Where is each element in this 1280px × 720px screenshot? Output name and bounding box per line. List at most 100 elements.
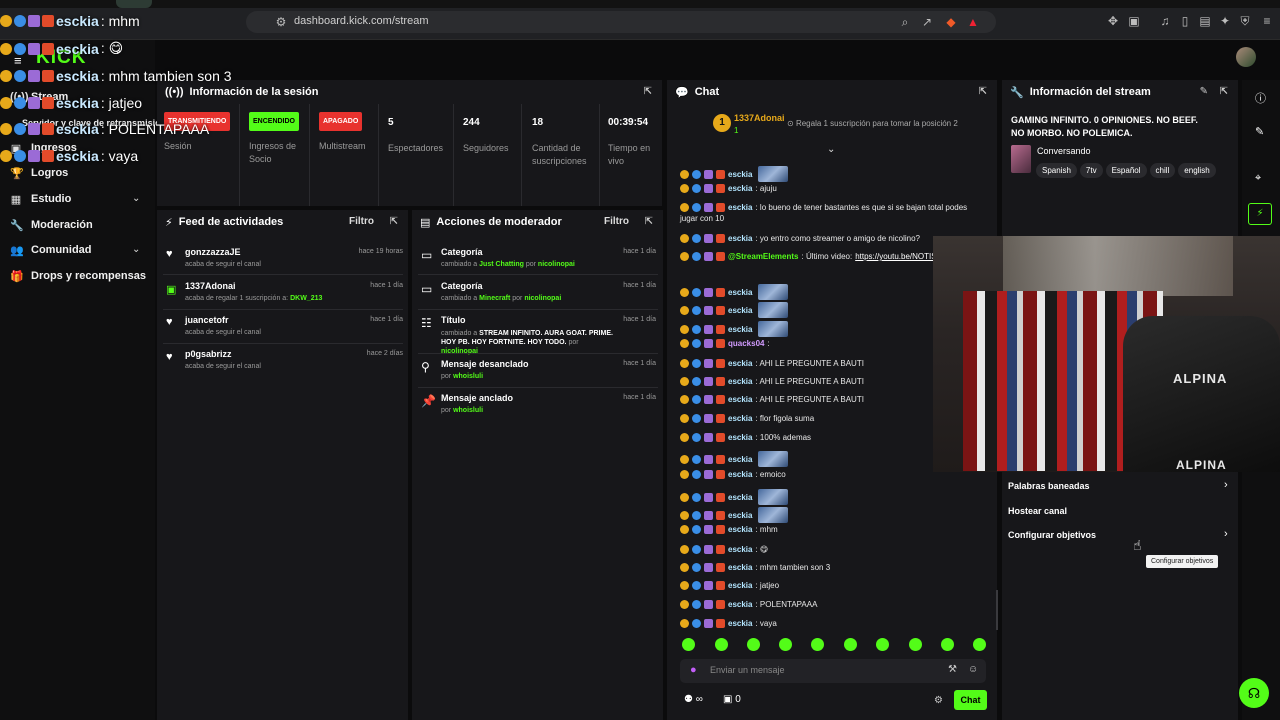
chat-username[interactable]: esckia bbox=[728, 377, 752, 386]
kick-emote-icon[interactable] bbox=[811, 638, 824, 651]
chat-username[interactable]: esckia bbox=[728, 288, 752, 297]
sidebar-icon[interactable]: ▯ bbox=[1178, 14, 1192, 28]
popout-icon[interactable]: ⇱ bbox=[390, 216, 398, 227]
media-icon[interactable]: ♫ bbox=[1158, 14, 1172, 28]
vpn-icon[interactable]: ⛨ bbox=[1238, 14, 1252, 28]
avatar[interactable] bbox=[1236, 47, 1256, 67]
chat-username[interactable]: quacks04 bbox=[728, 339, 764, 348]
kick-emote-icon[interactable] bbox=[779, 638, 792, 651]
kick-emote-icon[interactable] bbox=[876, 638, 889, 651]
chat-username[interactable]: esckia bbox=[728, 234, 752, 243]
kick-emote-icon[interactable] bbox=[844, 638, 857, 651]
chevron-right-icon[interactable]: › bbox=[1224, 528, 1228, 540]
tag[interactable]: Español bbox=[1105, 163, 1147, 178]
chat-input[interactable]: ● Enviar un mensaje ⚒ ☺ bbox=[680, 659, 986, 683]
kick-emote-icon[interactable] bbox=[941, 638, 954, 651]
chat-username[interactable]: esckia bbox=[728, 325, 752, 334]
support-button[interactable]: ☊ bbox=[1239, 678, 1269, 708]
edit-icon[interactable]: ✎ bbox=[1255, 125, 1264, 138]
tag[interactable]: chill bbox=[1149, 163, 1176, 178]
chat-username[interactable]: esckia bbox=[728, 170, 752, 179]
kick-emote-icon[interactable] bbox=[682, 638, 695, 651]
chevron-down-icon[interactable]: ⌄ bbox=[132, 244, 140, 255]
menu-icon[interactable]: ≡ bbox=[1260, 14, 1274, 28]
info-icon[interactable]: ⓘ bbox=[1255, 90, 1266, 106]
chat-username[interactable]: esckia bbox=[728, 600, 752, 609]
chat-username[interactable]: esckia bbox=[728, 306, 752, 315]
chevron-right-icon[interactable]: › bbox=[1224, 479, 1228, 491]
brave-rewards-icon[interactable]: ▲ bbox=[966, 15, 980, 29]
leo-icon[interactable]: ✦ bbox=[1218, 14, 1232, 28]
zoom-icon[interactable]: ⌕ bbox=[898, 15, 912, 29]
kick-emote-icon[interactable] bbox=[973, 638, 986, 651]
chat-username[interactable]: esckia bbox=[728, 619, 752, 628]
verified-badge-icon bbox=[692, 414, 701, 423]
chat-link[interactable]: https://youtu.be/NOTIS bbox=[855, 252, 936, 261]
chat-username[interactable]: esckia bbox=[728, 511, 752, 520]
chat-username[interactable]: esckia bbox=[728, 493, 752, 502]
active-tab[interactable] bbox=[116, 0, 152, 8]
filter-button[interactable]: Filtro bbox=[349, 216, 374, 227]
chat-username[interactable]: esckia bbox=[728, 184, 752, 193]
popout-icon[interactable]: ⇱ bbox=[645, 216, 653, 227]
share-icon[interactable]: ↗ bbox=[920, 15, 934, 29]
chat-username[interactable]: esckia bbox=[728, 433, 752, 442]
category-thumbnail[interactable] bbox=[1011, 145, 1031, 173]
sidebar-item-logros[interactable]: 🏆 Logros bbox=[10, 164, 68, 182]
site-info-icon[interactable]: ⚙ bbox=[274, 15, 288, 29]
sidebar-item-moderacion[interactable]: 🔧 Moderación bbox=[10, 216, 93, 234]
popout-icon[interactable]: ⇱ bbox=[979, 86, 987, 97]
chat-settings-icon[interactable]: ⚙ bbox=[934, 695, 943, 706]
filter-button[interactable]: Filtro bbox=[604, 216, 629, 227]
chat-username[interactable]: @StreamElements bbox=[728, 252, 799, 261]
popout-icon[interactable]: ⇱ bbox=[644, 86, 652, 97]
host-channel-link[interactable]: Hostear canal bbox=[1008, 506, 1067, 516]
target-icon[interactable]: ⌖ bbox=[1255, 172, 1261, 185]
kick-emote-icon[interactable] bbox=[909, 638, 922, 651]
edit-icon[interactable]: ✎ bbox=[1200, 86, 1208, 97]
tag[interactable]: 7tv bbox=[1079, 163, 1103, 178]
tag[interactable]: Spanish bbox=[1036, 163, 1077, 178]
kick-emote-icon[interactable]: ⚒ bbox=[948, 664, 957, 675]
og-badge-icon bbox=[716, 545, 725, 554]
sidebar-item-drops[interactable]: 🎁 Drops y recompensas bbox=[10, 267, 146, 285]
chat-username[interactable]: esckia bbox=[728, 545, 752, 554]
tag[interactable]: english bbox=[1178, 163, 1216, 178]
collapse-icon[interactable]: ⌄ bbox=[827, 144, 835, 155]
chat-username[interactable]: esckia bbox=[728, 581, 752, 590]
gift-badge-icon bbox=[704, 252, 713, 261]
chat-username[interactable]: esckia bbox=[728, 203, 752, 212]
leader-user[interactable]: 1337Adonai bbox=[734, 113, 785, 123]
chat-username[interactable]: esckia bbox=[728, 455, 752, 464]
screenshot-icon[interactable]: ▣ bbox=[1127, 14, 1141, 28]
mic-icon[interactable]: ● bbox=[690, 664, 697, 676]
chat-username[interactable]: esckia bbox=[728, 563, 752, 572]
chat-username[interactable]: esckia bbox=[728, 395, 752, 404]
brave-shield-icon[interactable]: ◆ bbox=[944, 15, 958, 29]
gift-badge-icon bbox=[704, 454, 713, 464]
kick-emote-icon[interactable] bbox=[747, 638, 760, 651]
leader-cta[interactable]: ⊙ Regala 1 suscripción para tomar la pos… bbox=[787, 119, 958, 128]
goals-link[interactable]: Configurar objetivos bbox=[1008, 530, 1096, 540]
category-name[interactable]: Conversando bbox=[1037, 146, 1091, 156]
chat-username[interactable]: esckia bbox=[728, 414, 752, 423]
chevron-down-icon[interactable]: ⌄ bbox=[132, 193, 140, 204]
wallet-icon[interactable]: ▤ bbox=[1198, 14, 1212, 28]
popout-icon[interactable]: ⇱ bbox=[1220, 86, 1228, 97]
quick-actions-button[interactable]: ⚡ bbox=[1248, 203, 1272, 225]
sidebar-item-comunidad[interactable]: 👥 Comunidad bbox=[10, 241, 92, 259]
banned-words-link[interactable]: Palabras baneadas bbox=[1008, 481, 1090, 491]
sidebar-item-estudio[interactable]: ▦ Estudio bbox=[10, 190, 72, 208]
chat-scrollbar[interactable] bbox=[996, 590, 998, 630]
chat-username[interactable]: esckia bbox=[728, 525, 752, 534]
chat-username[interactable]: esckia bbox=[728, 359, 752, 368]
gift-badge-icon bbox=[704, 525, 713, 534]
kick-emote-icon[interactable] bbox=[715, 638, 728, 651]
send-chat-button[interactable]: Chat bbox=[954, 690, 987, 710]
extensions-icon[interactable]: ✥ bbox=[1106, 14, 1120, 28]
address-bar[interactable]: ⚙ dashboard.kick.com/stream ⌕ ↗ ◆ ▲ bbox=[246, 11, 996, 33]
chat-username[interactable]: esckia bbox=[728, 470, 752, 479]
emoji-icon[interactable]: ☺ bbox=[968, 664, 978, 675]
sub-badge-icon bbox=[680, 339, 689, 348]
activity-row: juancetofr acaba de seguir el canal hace 1… bbox=[185, 315, 403, 336]
